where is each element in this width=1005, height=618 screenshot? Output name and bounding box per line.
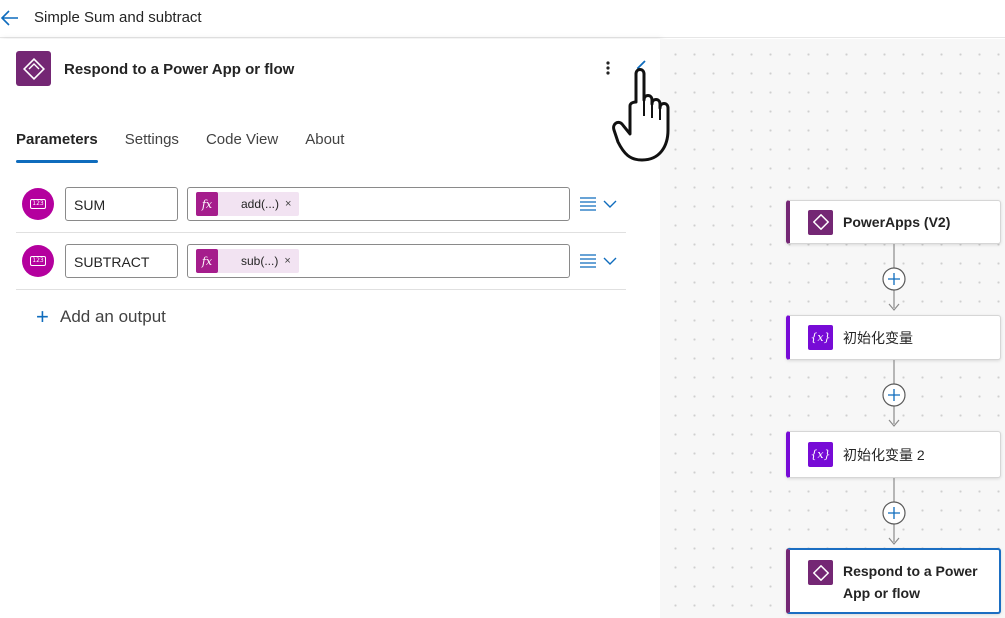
powerapps-icon [808, 560, 833, 585]
node-respond-to-powerapp[interactable]: Respond to a Power App or flow [786, 548, 1001, 614]
chevron-down-icon[interactable] [602, 198, 618, 210]
token-label: add(...) [241, 197, 280, 211]
tab-parameters[interactable]: Parameters [16, 131, 98, 163]
tab-code-view[interactable]: Code View [206, 131, 278, 161]
output-value-input[interactable]: fx add(...) × [187, 187, 570, 221]
token-label: sub(...) [241, 254, 279, 268]
hand-pointer-icon [612, 68, 670, 162]
add-step-connector[interactable] [881, 244, 907, 315]
list-icon[interactable] [579, 196, 597, 212]
node-label: 初始化变量 2 [843, 446, 925, 463]
add-output-button[interactable]: + Add an output [36, 304, 166, 329]
node-label: PowerApps (V2) [843, 214, 951, 230]
node-initialize-variable-2[interactable]: {x} 初始化变量 2 [786, 431, 1001, 478]
output-row-subtract: 123 SUBTRACT fx sub(...) × [16, 233, 626, 290]
output-name-input[interactable]: SUBTRACT [65, 244, 178, 278]
tab-settings[interactable]: Settings [125, 131, 179, 161]
back-arrow-icon[interactable] [0, 6, 22, 30]
node-label: 初始化变量 [843, 329, 913, 346]
expression-token[interactable]: fx add(...) × [196, 192, 300, 216]
number-type-icon[interactable]: 123 [22, 188, 54, 220]
node-initialize-variable[interactable]: {x} 初始化变量 [786, 315, 1001, 360]
number-type-icon[interactable]: 123 [22, 245, 54, 277]
node-label: Respond to a Power App or flow [843, 563, 978, 601]
tab-about[interactable]: About [305, 131, 344, 161]
fx-icon: fx [196, 192, 218, 216]
fx-icon: fx [196, 249, 218, 273]
remove-token-icon[interactable]: × [284, 255, 298, 267]
flow-canvas[interactable]: PowerApps (V2) {x} 初始化变量 {x} 初始化变量 2 Res… [660, 39, 1005, 618]
remove-token-icon[interactable]: × [285, 198, 299, 210]
powerapps-icon [808, 209, 833, 235]
powerapps-icon [16, 51, 51, 86]
add-output-label: Add an output [60, 307, 166, 326]
chevron-down-icon[interactable] [602, 255, 618, 267]
output-row-sum: 123 SUM fx add(...) × [16, 176, 626, 233]
expression-token[interactable]: fx sub(...) × [196, 249, 299, 273]
flow-title: Simple Sum and subtract [34, 9, 202, 26]
action-title: Respond to a Power App or flow [64, 61, 295, 78]
more-vertical-icon [606, 61, 610, 75]
add-step-connector[interactable] [881, 478, 907, 549]
node-powerapps-trigger[interactable]: PowerApps (V2) [786, 200, 1001, 244]
variable-icon: {x} [808, 325, 833, 350]
output-value-input[interactable]: fx sub(...) × [187, 244, 570, 278]
output-name-input[interactable]: SUM [65, 187, 178, 221]
add-step-connector[interactable] [881, 360, 907, 431]
plus-icon: + [36, 304, 49, 329]
list-icon[interactable] [579, 253, 597, 269]
tab-list: Parameters Settings Code View About [16, 131, 371, 165]
top-bar: Simple Sum and subtract [0, 0, 1005, 38]
variable-icon: {x} [808, 442, 833, 467]
action-details-panel: Respond to a Power App or flow Parameter… [0, 39, 660, 618]
